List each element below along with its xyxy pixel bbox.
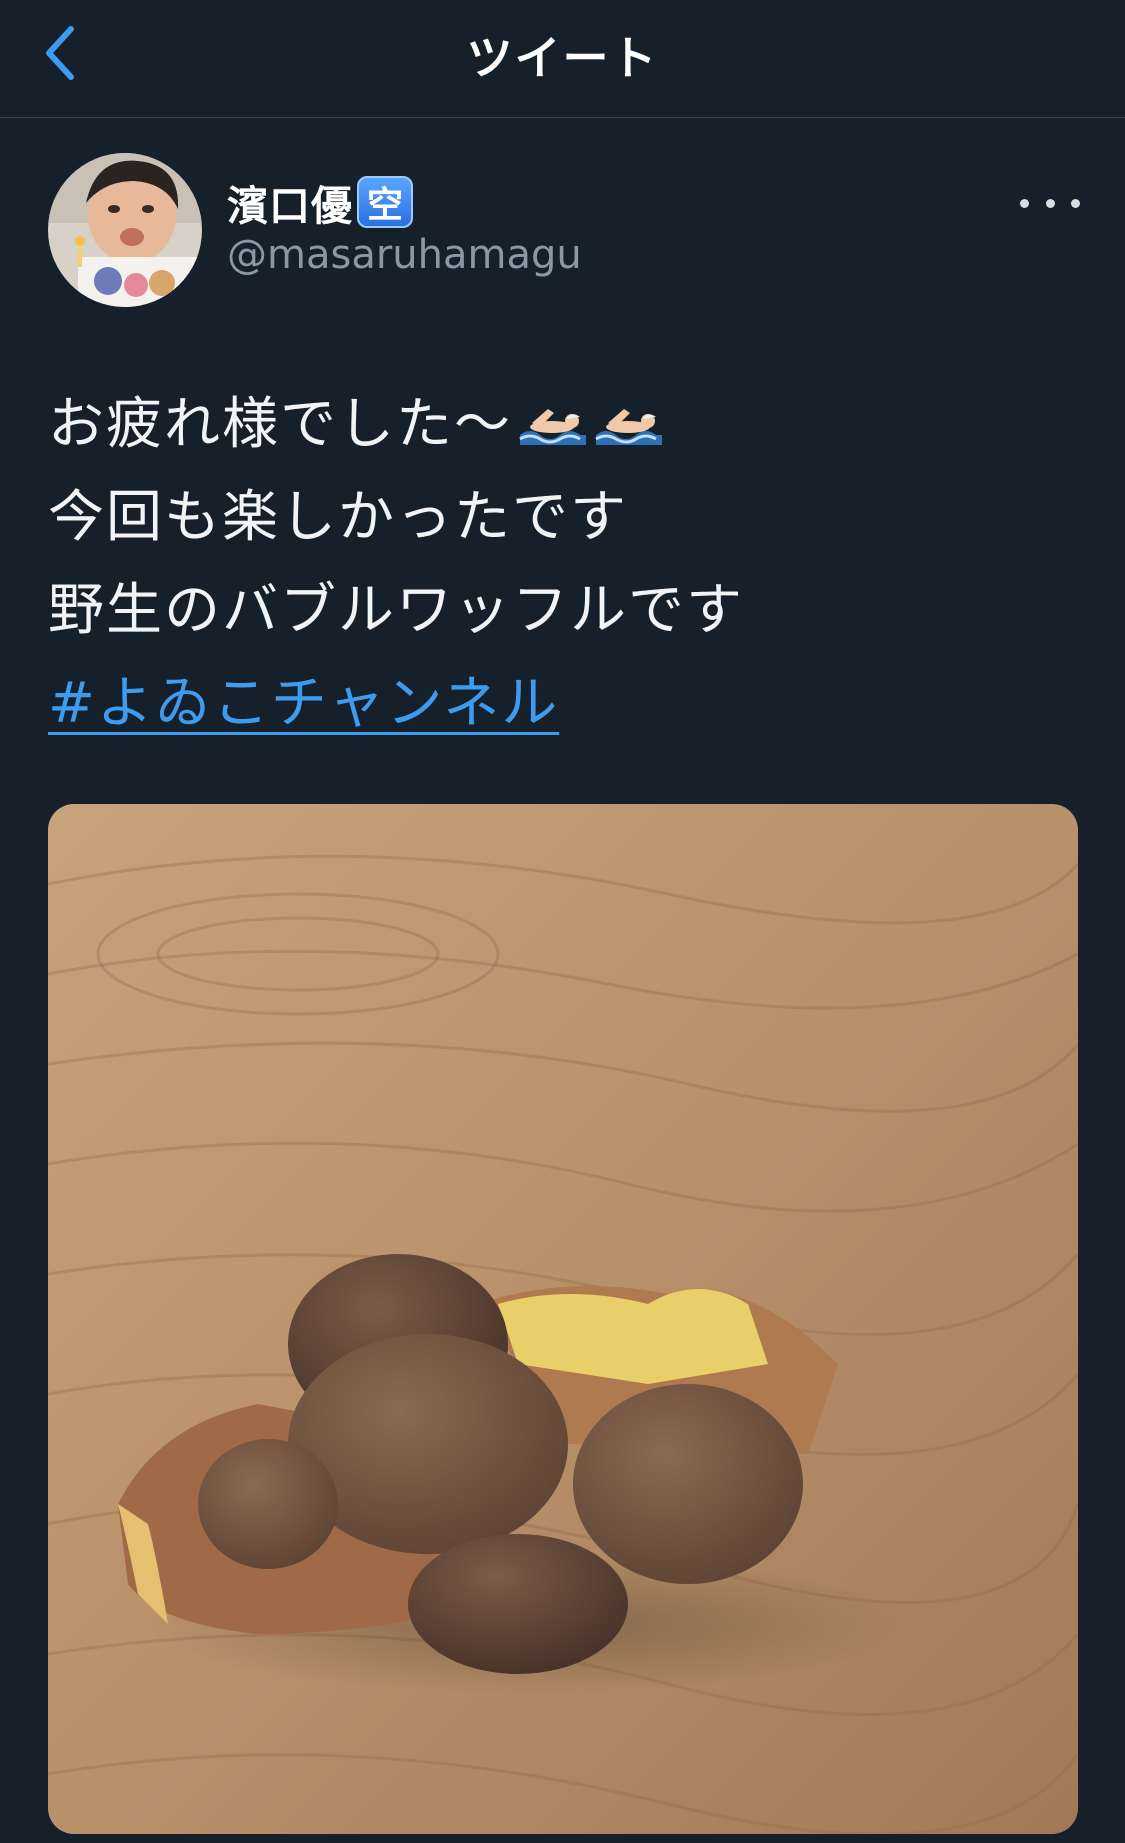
top-bar: ツイート <box>0 0 1125 118</box>
avatar[interactable] <box>48 153 202 307</box>
tweet-line-hashtag: #よゐこチャンネル <box>48 657 1088 750</box>
tweet-line: 野生のバブルワッフルです <box>48 578 744 643</box>
swimmer-emoji-icon <box>595 409 662 445</box>
swimmer-emoji-icon <box>519 409 586 445</box>
tweet-line: 今回も楽しかったです <box>48 485 628 550</box>
page-title: ツイート <box>466 31 659 85</box>
author-handle[interactable]: @masaruhamagu <box>227 232 582 278</box>
author-name: 濱口優 <box>227 182 353 230</box>
author-name-row[interactable]: 濱口優 空 <box>227 176 413 230</box>
tweet-line: お疲れ様でした〜 <box>48 378 1088 471</box>
more-horizontal-icon <box>1020 198 1029 208</box>
more-options-button[interactable] <box>1020 180 1080 226</box>
tweet-text: お疲れ様でした〜 今回も楽しかったです 野生のバブルワッフルです #よゐこチャン… <box>48 378 1088 750</box>
hashtag-link[interactable]: #よゐこチャンネル <box>48 671 559 736</box>
tweet-image[interactable] <box>48 804 1078 1834</box>
name-badge: 空 <box>357 176 413 228</box>
